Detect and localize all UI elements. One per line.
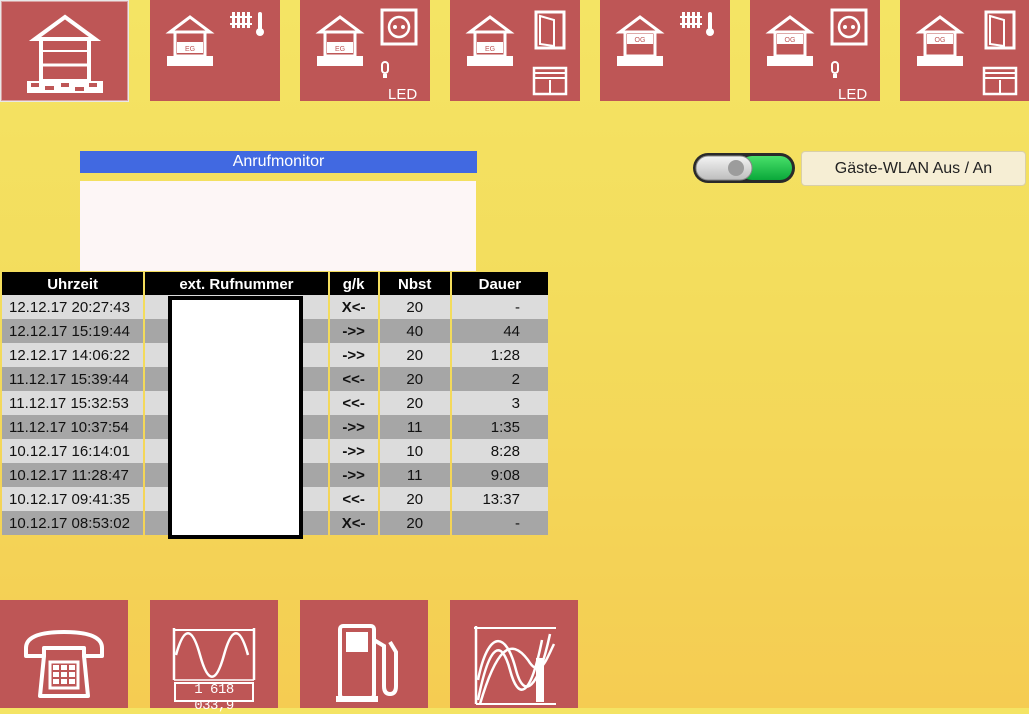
radiator-thermometer-icon — [230, 12, 264, 36]
door-icon — [984, 10, 1016, 50]
svg-text:OG: OG — [935, 37, 946, 44]
window-shutter-icon — [532, 66, 568, 96]
svg-text:EG: EG — [185, 46, 195, 53]
cell-extension: 11 — [379, 463, 450, 487]
tile-house-overview[interactable] — [0, 0, 129, 102]
cell-direction: <<- — [329, 487, 378, 511]
cell-extension: 20 — [379, 391, 450, 415]
led-label: LED — [838, 86, 868, 103]
tile-telephone[interactable] — [0, 600, 128, 708]
tile-og-heating[interactable]: OG — [600, 0, 730, 101]
guest-wlan-toggle[interactable] — [692, 152, 796, 184]
energy-graph-icon — [474, 626, 556, 705]
header-duration: Dauer — [451, 272, 548, 295]
tile-power-meter[interactable]: 1 618 033,9 — [150, 600, 278, 714]
power-socket-icon — [380, 8, 418, 46]
cell-direction: <<- — [329, 367, 378, 391]
table-header-row: Uhrzeit ext. Rufnummer g/k Nbst Dauer — [2, 272, 548, 295]
cell-direction: ->> — [329, 319, 378, 343]
cell-time: 11.12.17 15:39:44 — [2, 367, 144, 391]
house-eg-icon — [165, 15, 215, 66]
tile-eg-doors-windows[interactable]: EG — [450, 0, 580, 101]
window-shutter-icon — [982, 66, 1018, 96]
cell-time: 10.12.17 16:14:01 — [2, 439, 144, 463]
cell-extension: 20 — [379, 487, 450, 511]
tile-fuel[interactable] — [300, 600, 428, 708]
svg-text:OG: OG — [635, 37, 646, 44]
cell-duration: 2 — [451, 367, 548, 391]
cell-duration: 8:28 — [451, 439, 548, 463]
svg-text:EG: EG — [485, 46, 495, 53]
cell-time: 10.12.17 11:28:47 — [2, 463, 144, 487]
cell-duration: 3 — [451, 391, 548, 415]
cell-time: 12.12.17 14:06:22 — [2, 343, 144, 367]
cell-duration: - — [451, 295, 548, 319]
cell-extension: 20 — [379, 295, 450, 319]
cell-time: 11.12.17 15:32:53 — [2, 391, 144, 415]
cell-duration: 9:08 — [451, 463, 548, 487]
meter-counter: 1 618 033,9 — [194, 682, 234, 714]
radiator-thermometer-icon — [680, 12, 714, 36]
guest-wlan-button[interactable]: Gäste-WLAN Aus / An — [801, 151, 1026, 186]
header-time: Uhrzeit — [2, 272, 144, 295]
cell-extension: 11 — [379, 415, 450, 439]
cell-duration: 1:28 — [451, 343, 548, 367]
cell-direction: ->> — [329, 439, 378, 463]
redacted-number-overlay — [168, 296, 303, 539]
tile-og-power[interactable]: OG LED — [750, 0, 880, 103]
cell-duration: - — [451, 511, 548, 535]
svg-text:EG: EG — [335, 46, 345, 53]
call-monitor-display — [80, 181, 476, 271]
tile-eg-heating[interactable]: EG — [150, 0, 280, 101]
cell-direction: ->> — [329, 343, 378, 367]
cell-extension: 10 — [379, 439, 450, 463]
cell-extension: 20 — [379, 343, 450, 367]
house-eg-icon — [465, 15, 515, 66]
tile-eg-power[interactable]: EG LED — [300, 0, 430, 103]
cell-direction: X<- — [329, 511, 378, 535]
cell-extension: 20 — [379, 511, 450, 535]
cell-duration: 13:37 — [451, 487, 548, 511]
cell-direction: X<- — [329, 295, 378, 319]
cell-duration: 1:35 — [451, 415, 548, 439]
led-bulb-icon — [831, 61, 839, 78]
cell-extension: 40 — [379, 319, 450, 343]
led-bulb-icon — [381, 61, 389, 78]
cell-direction: <<- — [329, 391, 378, 415]
cell-time: 12.12.17 15:19:44 — [2, 319, 144, 343]
cell-time: 10.12.17 09:41:35 — [2, 487, 144, 511]
telephone-icon — [24, 630, 104, 698]
house-eg-icon — [315, 15, 365, 66]
header-number: ext. Rufnummer — [145, 272, 328, 295]
cell-direction: ->> — [329, 463, 378, 487]
fuel-pump-icon — [336, 624, 398, 702]
header-direction: g/k — [329, 272, 378, 295]
door-icon — [534, 10, 566, 50]
cell-time: 12.12.17 20:27:43 — [2, 295, 144, 319]
house-icon — [27, 14, 103, 93]
tile-energy-graph[interactable] — [450, 600, 578, 708]
cell-duration: 44 — [451, 319, 548, 343]
cell-extension: 20 — [379, 367, 450, 391]
cell-time: 10.12.17 08:53:02 — [2, 511, 144, 535]
call-monitor-title: Anrufmonitor — [80, 151, 477, 173]
led-label: LED — [388, 86, 418, 103]
power-socket-icon — [830, 8, 868, 46]
tile-og-doors-windows[interactable]: OG — [900, 0, 1029, 101]
cell-time: 11.12.17 10:37:54 — [2, 415, 144, 439]
cell-direction: ->> — [329, 415, 378, 439]
header-extension: Nbst — [379, 272, 450, 295]
svg-text:OG: OG — [785, 37, 796, 44]
